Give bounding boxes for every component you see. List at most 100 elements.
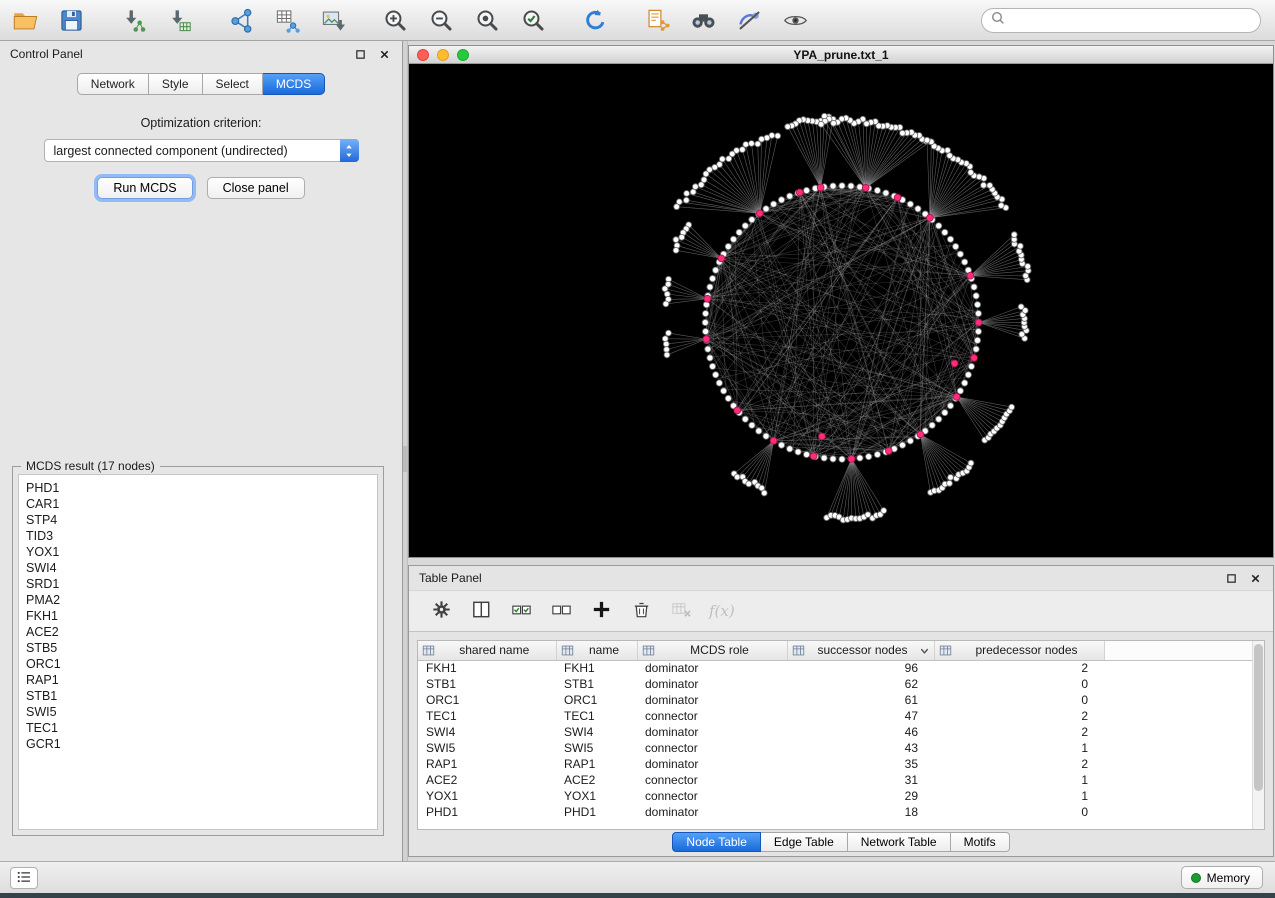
mcds-result-item[interactable]: RAP1 xyxy=(26,672,377,688)
table-cell[interactable]: PHD1 xyxy=(556,804,637,820)
tab-mcds[interactable]: MCDS xyxy=(263,73,325,95)
table-cell[interactable]: ORC1 xyxy=(556,692,637,708)
table-cell[interactable]: 2 xyxy=(934,660,1104,676)
table-cell[interactable]: connector xyxy=(637,740,787,756)
table-row[interactable]: ACE2ACE2connector311 xyxy=(418,772,1252,788)
show-columns-button[interactable] xyxy=(469,598,493,624)
table-cell[interactable]: ACE2 xyxy=(418,772,556,788)
table-cell[interactable]: 0 xyxy=(934,804,1104,820)
table-float-icon[interactable] xyxy=(1224,571,1239,586)
table-cell[interactable]: STB1 xyxy=(418,676,556,692)
network-window-titlebar[interactable]: YPA_prune.txt_1 xyxy=(409,46,1273,64)
mcds-result-item[interactable]: YOX1 xyxy=(26,544,377,560)
tab-select[interactable]: Select xyxy=(203,73,263,95)
search-input[interactable] xyxy=(1011,14,1251,28)
float-panel-icon[interactable] xyxy=(353,47,368,62)
mcds-result-item[interactable]: FKH1 xyxy=(26,608,377,624)
column-header-MCDS-role[interactable]: MCDS role xyxy=(637,641,787,660)
tab-edge-table[interactable]: Edge Table xyxy=(761,832,848,852)
table-cell[interactable]: YOX1 xyxy=(418,788,556,804)
mcds-result-item[interactable]: STB1 xyxy=(26,688,377,704)
table-cell[interactable]: 1 xyxy=(934,740,1104,756)
network-graph[interactable] xyxy=(409,65,1273,557)
table-cell[interactable]: 62 xyxy=(787,676,934,692)
table-row[interactable]: FKH1FKH1dominator962 xyxy=(418,660,1252,676)
delete-row-button[interactable] xyxy=(629,598,653,624)
table-cell[interactable]: 0 xyxy=(934,676,1104,692)
scrollbar-thumb[interactable] xyxy=(1254,644,1263,791)
mcds-result-item[interactable]: STP4 xyxy=(26,512,377,528)
graphics-details-button[interactable] xyxy=(734,4,764,36)
table-row[interactable]: SWI4SWI4dominator462 xyxy=(418,724,1252,740)
zoom-fit-button[interactable] xyxy=(472,4,502,36)
table-cell[interactable]: 96 xyxy=(787,660,934,676)
table-cell[interactable]: ACE2 xyxy=(556,772,637,788)
new-network-button[interactable] xyxy=(226,4,256,36)
table-cell[interactable]: YOX1 xyxy=(556,788,637,804)
table-cell[interactable]: connector xyxy=(637,708,787,724)
table-row[interactable]: STB1STB1dominator620 xyxy=(418,676,1252,692)
table-cell[interactable]: 1 xyxy=(934,772,1104,788)
tab-network[interactable]: Network xyxy=(77,73,149,95)
table-cell[interactable]: 35 xyxy=(787,756,934,772)
table-cell[interactable]: dominator xyxy=(637,692,787,708)
tab-node-table[interactable]: Node Table xyxy=(672,832,761,852)
mcds-result-list[interactable]: PHD1CAR1STP4TID3YOX1SWI4SRD1PMA2FKH1ACE2… xyxy=(18,474,378,830)
mcds-result-item[interactable]: STB5 xyxy=(26,640,377,656)
save-session-button[interactable] xyxy=(56,4,86,36)
delete-table-button[interactable] xyxy=(669,598,693,624)
table-row[interactable]: SWI5SWI5connector431 xyxy=(418,740,1252,756)
memory-button[interactable]: Memory xyxy=(1181,866,1263,889)
mcds-result-item[interactable]: SRD1 xyxy=(26,576,377,592)
table-cell[interactable]: 2 xyxy=(934,708,1104,724)
table-row[interactable]: RAP1RAP1dominator352 xyxy=(418,756,1252,772)
mcds-result-item[interactable]: SWI5 xyxy=(26,704,377,720)
binoculars-button[interactable] xyxy=(688,4,718,36)
zoom-selected-button[interactable] xyxy=(518,4,548,36)
close-window-icon[interactable] xyxy=(417,49,429,61)
eye-button[interactable] xyxy=(780,4,810,36)
column-header-name[interactable]: name xyxy=(556,641,637,660)
tab-network-table[interactable]: Network Table xyxy=(848,832,951,852)
run-mcds-button[interactable]: Run MCDS xyxy=(97,177,192,199)
table-cell[interactable]: 29 xyxy=(787,788,934,804)
settings-gear-button[interactable] xyxy=(429,598,453,624)
mcds-result-item[interactable]: CAR1 xyxy=(26,496,377,512)
tab-style[interactable]: Style xyxy=(149,73,203,95)
function-builder-button[interactable]: f(x) xyxy=(709,598,735,624)
table-cell[interactable]: connector xyxy=(637,788,787,804)
table-cell[interactable]: dominator xyxy=(637,660,787,676)
mcds-result-item[interactable]: ACE2 xyxy=(26,624,377,640)
maximize-window-icon[interactable] xyxy=(457,49,469,61)
column-header-shared-name[interactable]: shared name xyxy=(418,641,556,660)
close-panel-button[interactable]: Close panel xyxy=(207,177,305,199)
optimization-criterion-select[interactable]: largest connected component (undirected) xyxy=(44,139,359,162)
table-cell[interactable]: 0 xyxy=(934,692,1104,708)
table-cell[interactable]: dominator xyxy=(637,756,787,772)
mcds-result-item[interactable]: GCR1 xyxy=(26,736,377,752)
network-canvas[interactable] xyxy=(409,65,1273,557)
mcds-result-item[interactable]: TID3 xyxy=(26,528,377,544)
mcds-result-item[interactable]: PMA2 xyxy=(26,592,377,608)
table-cell[interactable]: RAP1 xyxy=(556,756,637,772)
table-cell[interactable]: SWI4 xyxy=(418,724,556,740)
table-cell[interactable]: 46 xyxy=(787,724,934,740)
import-table-button[interactable] xyxy=(164,4,194,36)
unselect-all-button[interactable] xyxy=(549,598,573,624)
select-all-button[interactable] xyxy=(509,598,533,624)
zoom-out-button[interactable] xyxy=(426,4,456,36)
table-cell[interactable]: SWI5 xyxy=(418,740,556,756)
table-row[interactable]: ORC1ORC1dominator610 xyxy=(418,692,1252,708)
table-cell[interactable]: TEC1 xyxy=(418,708,556,724)
table-cell[interactable]: ORC1 xyxy=(418,692,556,708)
search-box[interactable] xyxy=(981,8,1261,33)
table-cell[interactable]: FKH1 xyxy=(418,660,556,676)
import-network-button[interactable] xyxy=(118,4,148,36)
table-cell[interactable]: TEC1 xyxy=(556,708,637,724)
table-cell[interactable]: 18 xyxy=(787,804,934,820)
export-image-button[interactable] xyxy=(318,4,348,36)
mcds-result-item[interactable]: PHD1 xyxy=(26,480,377,496)
table-cell[interactable]: dominator xyxy=(637,724,787,740)
table-row[interactable]: TEC1TEC1connector472 xyxy=(418,708,1252,724)
table-row[interactable]: YOX1YOX1connector291 xyxy=(418,788,1252,804)
